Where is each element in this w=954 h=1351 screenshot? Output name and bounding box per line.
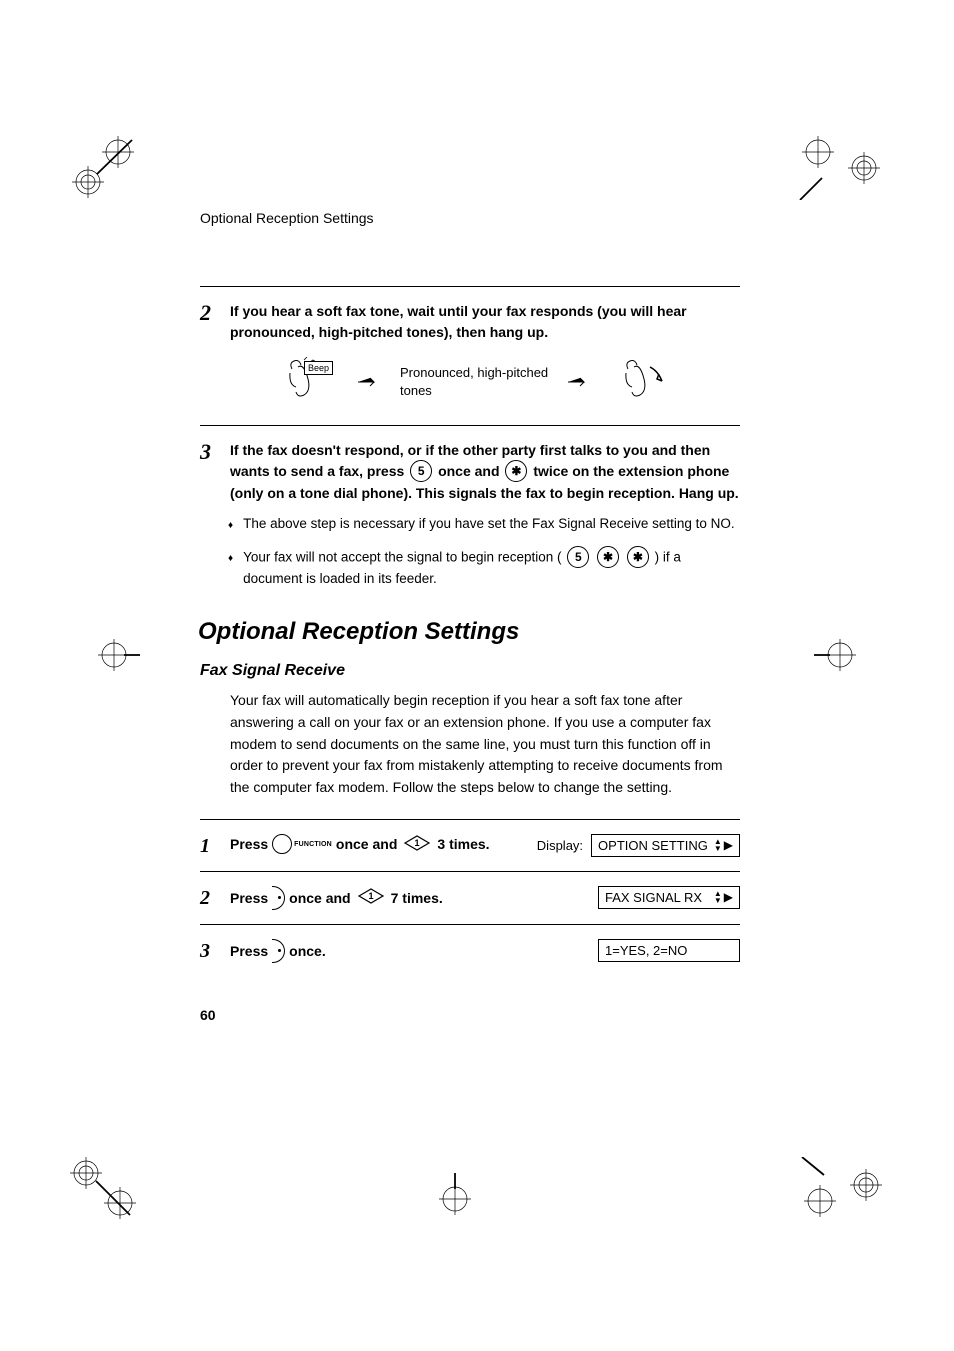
key-star: ✱ [627,546,649,568]
function-button-icon: FUNCTION [272,834,332,854]
function-label: FUNCTION [294,841,332,848]
step-number: 2 [200,301,230,324]
display-box: OPTION SETTING ▲▼ ▶ [591,834,740,857]
running-header: Optional Reception Settings [200,210,740,226]
section-heading: Optional Reception Settings [198,618,740,646]
sub-heading: Fax Signal Receive [200,662,740,680]
bullet-text: The above step is necessary if you have … [243,514,735,535]
illustration-caption: Pronounced, high-pitched tones [400,364,550,400]
step-2-illustration: Beep Pronounced, high-pitched tones [200,357,740,407]
enter-right-key-icon [272,939,285,963]
text-fragment: 3 times. [437,836,489,852]
text-fragment: 7 times. [391,890,443,906]
divider [200,286,740,287]
text-fragment: once and [438,463,503,479]
updown-arrows-icon: ▲▼ [714,838,722,852]
step-number: 2 [200,886,230,908]
step-3: 3 If the fax doesn't respond, or if the … [200,440,740,504]
setting-step-2: 2 Press once and 1 7 times. FAX SIGNAL R… [200,871,740,924]
bullet-item: The above step is necessary if you have … [228,514,740,535]
display-box: 1=YES, 2=NO [598,939,740,962]
display-label: Display: [537,838,583,853]
diamond-key-1-icon: 1 [403,834,431,855]
svg-text:1: 1 [368,891,373,901]
key-star: ✱ [597,546,619,568]
display-box: FAX SIGNAL RX ▲▼ ▶ [598,886,740,909]
divider [200,425,740,426]
bullet-item: Your fax will not accept the signal to b… [228,547,740,590]
page-number: 60 [200,1007,740,1023]
right-triangle-icon: ▶ [724,890,733,904]
updown-arrows-icon: ▲▼ [714,890,722,904]
press-label: Press [230,943,268,959]
press-label: Press [230,890,268,906]
display-value: OPTION SETTING [598,838,708,853]
enter-right-key-icon [272,886,285,910]
setting-step-3: 3 Press once. 1=YES, 2=NO [200,924,740,977]
phone-hangup-icon [610,357,670,407]
step-2-text: If you hear a soft fax tone, wait until … [230,301,740,343]
step-2: 2 If you hear a soft fax tone, wait unti… [200,301,740,343]
setting-step-1: 1 Press FUNCTION once and 1 3 times. Dis… [200,819,740,871]
step-3-text: If the fax doesn't respond, or if the ot… [230,440,740,504]
diamond-key-1-icon: 1 [357,887,385,908]
key-5: 5 [410,460,432,482]
step-number: 3 [200,939,230,961]
section-paragraph: Your fax will automatically begin recept… [230,690,740,798]
arrow-right-icon [568,376,592,388]
arrow-right-icon [358,376,382,388]
bullet-text: Your fax will not accept the signal to b… [243,547,740,590]
press-label: Press [230,836,268,852]
text-fragment: once and [289,890,350,906]
text-fragment: Your fax will not accept the signal to b… [243,550,565,565]
display-value: 1=YES, 2=NO [605,943,687,958]
right-triangle-icon: ▶ [724,838,733,852]
step-number: 1 [200,834,230,856]
step-3-bullets: The above step is necessary if you have … [228,514,740,590]
display-value: FAX SIGNAL RX [605,890,702,905]
key-star: ✱ [505,460,527,482]
svg-text:1: 1 [415,838,420,848]
key-5: 5 [567,546,589,568]
beep-label: Beep [304,361,333,375]
text-fragment: once. [289,943,326,959]
step-number: 3 [200,440,230,463]
text-fragment: once and [336,836,397,852]
